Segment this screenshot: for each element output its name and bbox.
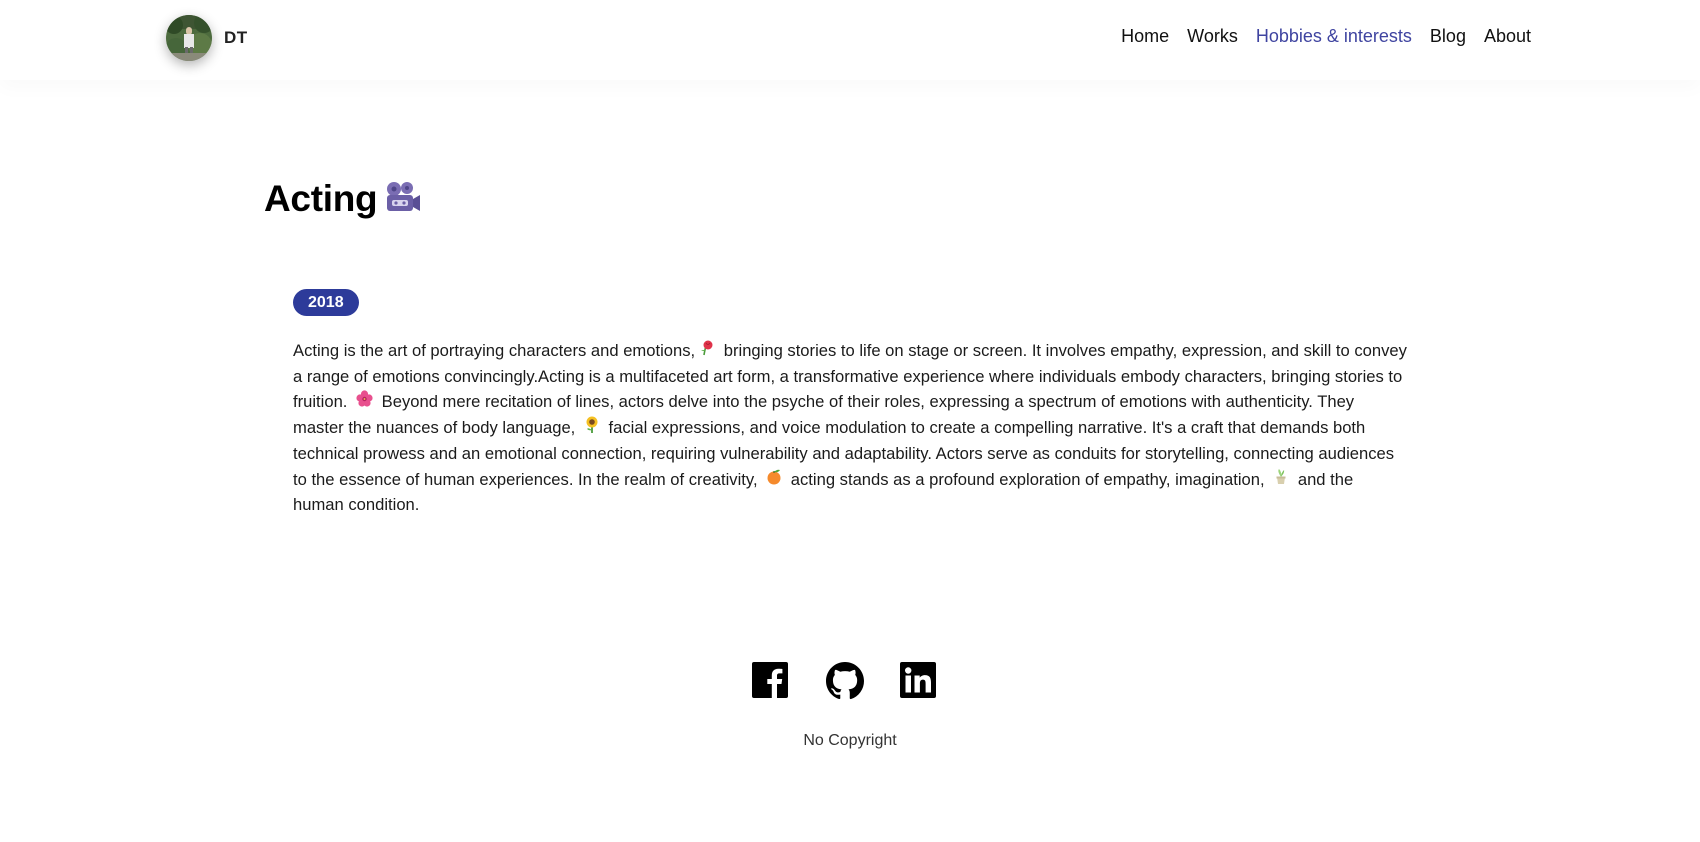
hibiscus-icon [356,389,373,415]
main-nav: Home Works Hobbies & interests Blog Abou… [1121,26,1531,47]
description-text-1: Acting is the art of portraying characte… [293,341,696,360]
avatar-image [166,15,212,61]
tangerine-icon [766,467,782,493]
nav-hobbies-interests[interactable]: Hobbies & interests [1256,26,1412,47]
brand-name: DT [224,28,248,47]
site-header: DT Home Works Hobbies & interests Blog A… [0,0,1700,80]
linkedin-icon[interactable] [900,662,936,698]
page: DT Home Works Hobbies & interests Blog A… [0,0,1700,842]
year-badge: 2018 [293,289,359,316]
page-title: Acting [264,178,378,219]
nav-blog[interactable]: Blog [1430,26,1466,47]
nav-works[interactable]: Works [1187,26,1238,47]
description-text-5: acting stands as a profound exploration … [786,469,1270,489]
rose-icon [699,338,715,364]
github-icon[interactable] [826,662,864,700]
hobby-description: Acting is the art of portraying characte… [293,338,1408,518]
copyright-text: No Copyright [803,732,897,749]
nav-home[interactable]: Home [1121,26,1169,47]
facebook-icon[interactable] [752,662,788,698]
sunflower-icon [584,415,600,441]
brand-link[interactable]: DT [166,15,248,61]
nav-about[interactable]: About [1484,26,1531,47]
page-title-row: Acting [264,178,421,220]
avatar [166,15,212,61]
potted-plant-icon [1273,467,1289,493]
movie-camera-icon [383,180,421,219]
social-links [752,662,936,700]
